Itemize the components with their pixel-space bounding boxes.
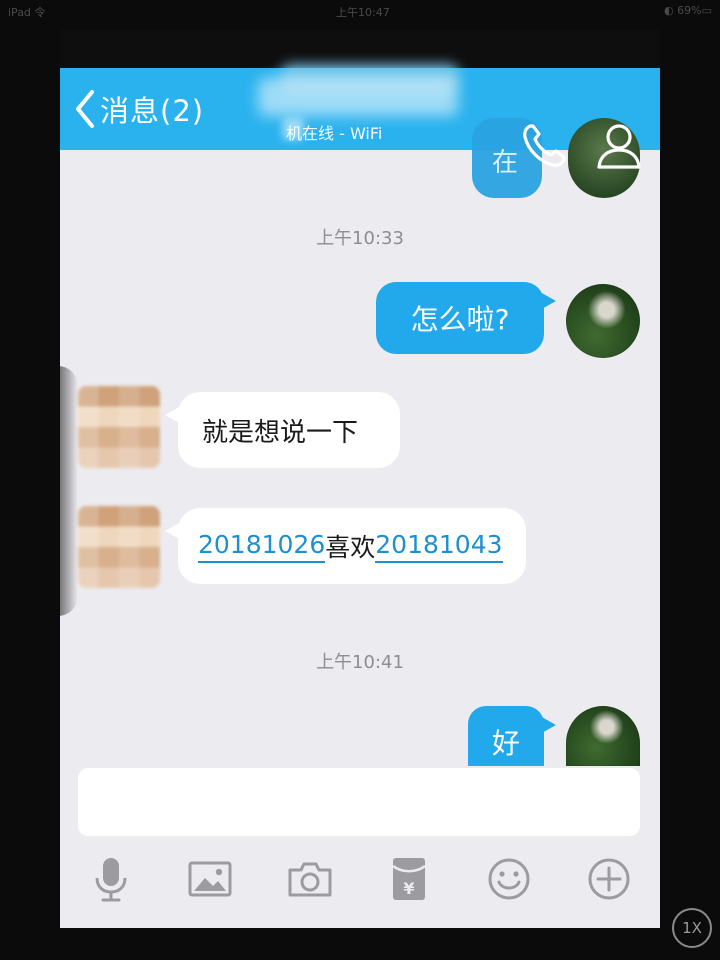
incoming-message[interactable]: 就是想说一下 (165, 392, 400, 468)
timestamp: 上午10:33 (316, 228, 404, 249)
svg-text:¥: ¥ (403, 879, 414, 898)
message-text: 喜欢 (325, 533, 376, 562)
incoming-message[interactable]: 20181026 喜欢 20181043 (165, 508, 526, 584)
status-carrier: iPad 令 (8, 6, 46, 19)
avatar[interactable] (566, 706, 640, 766)
back-button[interactable]: 消息(2) (74, 88, 204, 130)
camera-icon[interactable] (285, 854, 335, 904)
message-text: 就是想说一下 (202, 417, 359, 448)
bubble-tail (540, 292, 556, 310)
top-strip (60, 30, 660, 68)
avatar[interactable] (78, 506, 160, 588)
nav-bar: 消息(2) 机在线 - WiFi 在 (60, 64, 660, 198)
status-bar: iPad 令 上午10:47 ◐ 69%▭ (0, 0, 720, 22)
image-icon[interactable] (185, 854, 235, 904)
timestamp: 上午10:41 (316, 652, 404, 673)
profile-icon[interactable] (594, 120, 644, 172)
status-time: 上午10:47 (336, 6, 390, 19)
microphone-icon[interactable] (86, 854, 136, 904)
number-link[interactable]: 20181026 (198, 530, 326, 563)
bubble-tail (540, 716, 556, 734)
red-packet-icon[interactable]: ¥ (384, 854, 434, 904)
edge-shadow (60, 366, 78, 616)
outgoing-message[interactable]: 好 (468, 706, 556, 766)
zoom-button[interactable]: 1X (672, 908, 712, 948)
status-battery: ◐ 69%▭ (664, 4, 712, 17)
blurred-contact-name (258, 78, 458, 116)
online-status: 机在线 - WiFi (286, 124, 383, 143)
number-link[interactable]: 20181043 (375, 530, 503, 563)
input-toolbar: ¥ (60, 848, 660, 928)
background-bubble-text: 在 (492, 148, 519, 178)
outgoing-message[interactable]: 怎么啦? (376, 282, 556, 354)
phone-icon[interactable] (518, 120, 570, 172)
message-input[interactable] (78, 768, 640, 836)
chevron-left-icon (76, 90, 94, 128)
back-label: 消息(2) (100, 94, 205, 128)
message-text: 好 (491, 727, 520, 760)
message-text: 怎么啦? (410, 303, 510, 336)
plus-icon[interactable] (584, 854, 634, 904)
emoji-icon[interactable] (484, 854, 534, 904)
avatar[interactable] (78, 386, 160, 468)
chat-screen: 消息(2) 机在线 - WiFi 在 上午10:33 怎么啦? 就是想说一下 2… (60, 30, 660, 928)
bubble-tail (165, 406, 181, 424)
bubble-tail (165, 522, 181, 540)
avatar[interactable] (566, 284, 640, 358)
